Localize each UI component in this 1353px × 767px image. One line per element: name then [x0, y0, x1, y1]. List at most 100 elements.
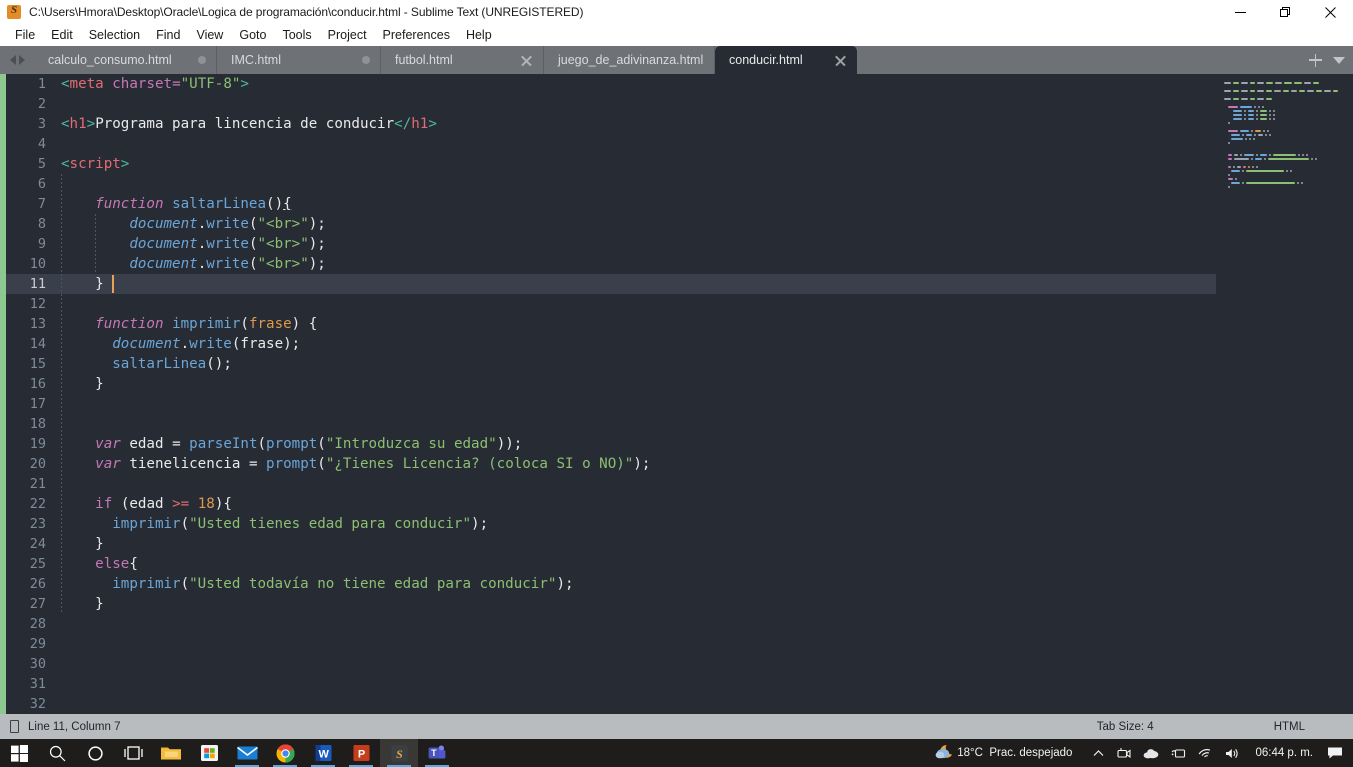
code-line[interactable]: [56, 634, 1216, 654]
device-tray-icon[interactable]: [1165, 747, 1192, 760]
code-line[interactable]: <h1>Programa para lincencia de conducir<…: [56, 114, 1216, 134]
file-explorer-button[interactable]: [152, 739, 190, 767]
code-line[interactable]: [56, 674, 1216, 694]
menu-item-goto[interactable]: Goto: [231, 24, 274, 46]
code-line[interactable]: [56, 94, 1216, 114]
minimap-token: [1266, 130, 1269, 132]
code-line[interactable]: [56, 414, 1216, 434]
minimize-button[interactable]: [1218, 0, 1263, 24]
tab-scroll-arrows[interactable]: [0, 46, 34, 74]
code-line[interactable]: [56, 294, 1216, 314]
google-chrome-button[interactable]: [266, 739, 304, 767]
tab-close-icon[interactable]: [520, 54, 533, 67]
minimap-token: [1267, 158, 1310, 160]
code-line[interactable]: [56, 394, 1216, 414]
menu-item-help[interactable]: Help: [458, 24, 500, 46]
code-line[interactable]: [56, 134, 1216, 154]
code-line[interactable]: imprimir("Usted tienes edad para conduci…: [56, 514, 1216, 534]
tab-IMC-html[interactable]: IMC.html: [217, 46, 381, 74]
code-content[interactable]: <meta charset="UTF-8"> <h1>Programa para …: [56, 74, 1216, 714]
wifi-tray-icon[interactable]: [1192, 747, 1219, 760]
restore-button[interactable]: [1263, 0, 1308, 24]
menu-item-view[interactable]: View: [188, 24, 231, 46]
menu-item-edit[interactable]: Edit: [43, 24, 81, 46]
microsoft-powerpoint-button[interactable]: P: [342, 739, 380, 767]
menu-item-tools[interactable]: Tools: [274, 24, 319, 46]
code-line[interactable]: imprimir("Usted todavía no tiene edad pa…: [56, 574, 1216, 594]
close-button[interactable]: [1308, 0, 1353, 24]
camera-tray-icon[interactable]: [1111, 747, 1137, 760]
minimap[interactable]: [1216, 74, 1353, 714]
tab-juego_de_adivinanza-html[interactable]: juego_de_adivinanza.html: [544, 46, 715, 74]
taskbar-clock[interactable]: 06:44 p. m.: [1247, 747, 1321, 759]
menu-item-project[interactable]: Project: [320, 24, 375, 46]
new-tab-button[interactable]: [1309, 53, 1322, 67]
microsoft-teams-button[interactable]: T: [418, 739, 456, 767]
menu-item-file[interactable]: File: [7, 24, 43, 46]
tab-close-icon[interactable]: [834, 54, 847, 67]
action-center-button[interactable]: [1321, 746, 1349, 760]
svg-text:P: P: [357, 748, 364, 760]
mail-button[interactable]: [228, 739, 266, 767]
tab-label: IMC.html: [231, 53, 281, 67]
minimap-token: [1297, 154, 1300, 156]
minimap-token: [1228, 178, 1233, 180]
code-line[interactable]: document.write("<br>");: [56, 234, 1216, 254]
code-line[interactable]: document.write("<br>");: [56, 254, 1216, 274]
code-line[interactable]: document.write("<br>");: [56, 214, 1216, 234]
tab-label: juego_de_adivinanza.html: [558, 53, 704, 67]
minimap-token: [1262, 106, 1265, 108]
tab-dirty-indicator[interactable]: [362, 56, 370, 64]
microsoft-store-button[interactable]: [190, 739, 228, 767]
cursor-position[interactable]: Line 11, Column 7: [28, 721, 120, 733]
code-line[interactable]: var edad = parseInt(prompt("Introduzca s…: [56, 434, 1216, 454]
volume-tray-icon[interactable]: [1219, 747, 1247, 760]
code-line[interactable]: function saltarLinea(){: [56, 194, 1216, 214]
task-view-button[interactable]: [114, 739, 152, 767]
onedrive-tray-icon[interactable]: [1137, 747, 1165, 759]
microsoft-word-button[interactable]: W: [304, 739, 342, 767]
menu-item-selection[interactable]: Selection: [81, 24, 148, 46]
tab-conducir-html[interactable]: conducir.html: [715, 46, 857, 74]
weather-widget[interactable]: 18°C Prac. despejado: [929, 744, 1086, 762]
tab-size-status[interactable]: Tab Size: 4: [1097, 721, 1154, 733]
sublime-text-button[interactable]: S: [380, 739, 418, 767]
start-button[interactable]: [0, 739, 38, 767]
code-editor[interactable]: 1 2 3 4 5 6 7 8 9 10 11 12 13 14 15 16 17 18 19 20 21 22 23 24 2…: [0, 74, 1353, 714]
code-line[interactable]: <script>: [56, 154, 1216, 174]
code-line[interactable]: document.write(frase);: [56, 334, 1216, 354]
minimap-token: [1251, 166, 1254, 168]
search-button[interactable]: [38, 739, 76, 767]
minimap-token: [1254, 158, 1262, 160]
tab-label: futbol.html: [395, 53, 453, 67]
code-line[interactable]: if (edad >= 18){: [56, 494, 1216, 514]
code-line[interactable]: }: [56, 534, 1216, 554]
code-line[interactable]: [56, 694, 1216, 714]
menu-item-find[interactable]: Find: [148, 24, 188, 46]
minimap-token: [1240, 90, 1248, 92]
code-line[interactable]: [56, 654, 1216, 674]
code-line[interactable]: }: [56, 594, 1216, 614]
code-line[interactable]: [56, 614, 1216, 634]
syntax-status[interactable]: HTML: [1274, 721, 1305, 733]
tray-overflow-button[interactable]: [1086, 747, 1111, 760]
code-line[interactable]: <meta charset="UTF-8">: [56, 74, 1216, 94]
code-line[interactable]: [56, 174, 1216, 194]
minimap-token: [1301, 182, 1304, 184]
code-line[interactable]: }: [56, 374, 1216, 394]
document-icon: [10, 720, 19, 733]
cortana-button[interactable]: [76, 739, 114, 767]
tab-calculo_consumo-html[interactable]: calculo_consumo.html: [34, 46, 217, 74]
tab-scroll-left-icon[interactable]: [9, 55, 16, 65]
menu-item-preferences[interactable]: Preferences: [375, 24, 458, 46]
tab-scroll-right-icon[interactable]: [18, 55, 25, 65]
code-line[interactable]: [56, 474, 1216, 494]
tab-dirty-indicator[interactable]: [198, 56, 206, 64]
tab-futbol-html[interactable]: futbol.html: [381, 46, 544, 74]
chevron-down-icon[interactable]: [1333, 56, 1345, 64]
code-line[interactable]: else{: [56, 554, 1216, 574]
code-line[interactable]: function imprimir(frase) {: [56, 314, 1216, 334]
code-line[interactable]: saltarLinea();: [56, 354, 1216, 374]
code-line[interactable]: var tienelicencia = prompt("¿Tienes Lice…: [56, 454, 1216, 474]
code-line[interactable]: }: [56, 274, 1216, 294]
